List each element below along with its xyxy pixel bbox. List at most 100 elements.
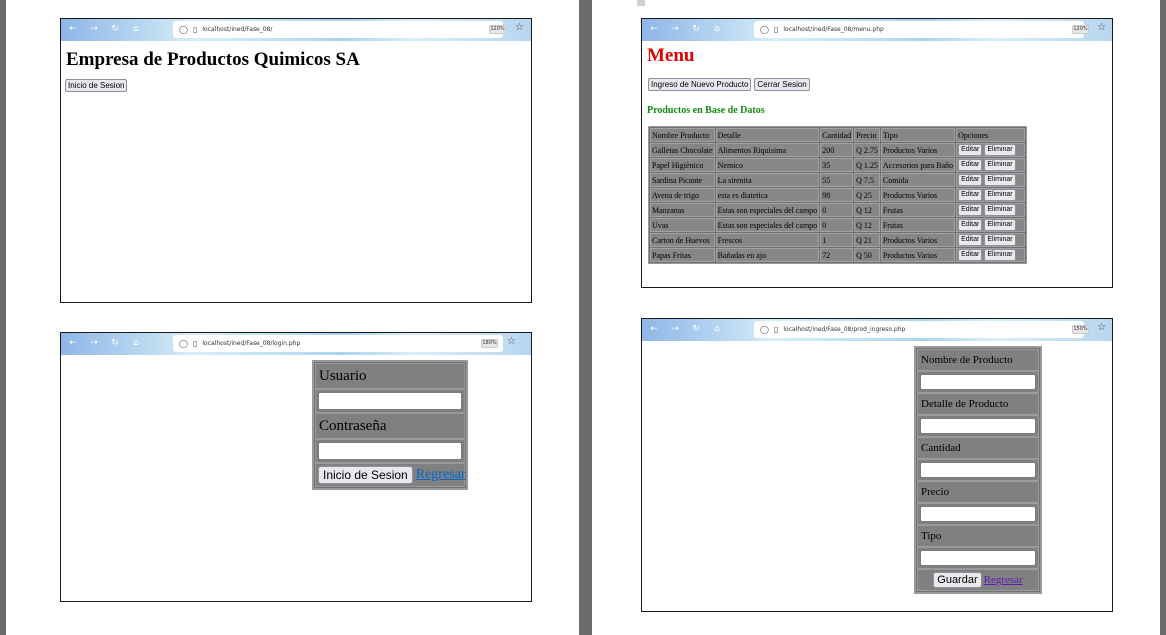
home-icon[interactable]: ⌂ [711, 323, 723, 335]
browser-window-product-form: ← → ↻ ⌂ ◯ ▯ localhost/ined/Fase_08/prod_… [641, 318, 1113, 612]
star-icon[interactable]: ☆ [507, 336, 516, 347]
products-table: Nombre Producto Detalle Cantidad Precio … [648, 126, 1028, 264]
zoom-badge[interactable]: 120% [489, 25, 506, 34]
star-icon[interactable]: ☆ [515, 22, 524, 33]
edit-button[interactable]: Editar [958, 234, 983, 246]
price-input[interactable] [920, 506, 1036, 522]
detail-label-cell: Detalle de Producto [917, 393, 1039, 415]
shield-icon: ◯ [760, 25, 769, 34]
page-icon: ▯ [192, 339, 198, 348]
new-product-button[interactable]: Ingreso de Nuevo Producto [648, 78, 752, 91]
back-arrow-icon[interactable]: ← [67, 23, 79, 35]
back-arrow-icon[interactable]: ← [67, 337, 79, 349]
table-cell: Avena de trigo [650, 188, 715, 202]
login-form: Usuario Contraseña Inicio de Sesion Regr… [312, 360, 468, 490]
save-button[interactable]: Guardar [933, 572, 982, 588]
edit-button[interactable]: Editar [958, 174, 983, 186]
type-input[interactable] [920, 550, 1036, 566]
star-icon[interactable]: ☆ [1097, 22, 1106, 33]
delete-button[interactable]: Eliminar [984, 219, 1016, 231]
address-bar[interactable]: ◯ ▯ localhost/ined/Fase_08/ [173, 21, 503, 38]
login-submit-button[interactable]: Inicio de Sesion [318, 466, 413, 484]
edit-button[interactable]: Editar [958, 144, 983, 156]
row-options: Editar Eliminar [956, 143, 1026, 157]
forward-arrow-icon[interactable]: → [669, 23, 681, 35]
price-label-cell: Precio [917, 481, 1039, 503]
product-detail-input[interactable] [920, 418, 1036, 434]
user-label-cell: Usuario [315, 363, 465, 389]
browser-toolbar: ← → ↻ ⌂ ◯ ▯ localhost/ined/Fase_08/prod_… [642, 319, 1112, 341]
back-link[interactable]: Regresar [984, 574, 1023, 586]
zoom-badge[interactable]: 180% [481, 339, 498, 348]
table-cell: Q 50 [854, 248, 880, 262]
row-options: Editar Eliminar [956, 233, 1026, 247]
table-cell: Carton de Huevos [650, 233, 715, 247]
forward-arrow-icon[interactable]: → [88, 337, 100, 349]
table-cell: Sardina Picante [650, 173, 715, 187]
home-icon[interactable]: ⌂ [130, 23, 142, 35]
row-options: Editar Eliminar [956, 248, 1026, 262]
page-title: Empresa de Productos Quimicos SA [66, 49, 360, 70]
column-header: Opciones [956, 128, 1026, 142]
reload-icon[interactable]: ↻ [690, 23, 702, 35]
price-label: Precio [921, 486, 950, 498]
delete-button[interactable]: Eliminar [984, 189, 1016, 201]
url-text: localhost/ined/Fase_08/ [202, 26, 273, 33]
table-cell: Accesorios para Baño [880, 158, 956, 172]
table-cell: 1 [820, 233, 854, 247]
product-name-input[interactable] [920, 374, 1036, 390]
password-input[interactable] [318, 442, 462, 460]
row-options: Editar Eliminar [956, 203, 1026, 217]
delete-button[interactable]: Eliminar [984, 144, 1016, 156]
table-cell: Bañadas en ajo [715, 248, 820, 262]
zoom-badge[interactable]: 120% [1072, 25, 1089, 34]
reload-icon[interactable]: ↻ [690, 323, 702, 335]
shield-icon: ◯ [179, 25, 188, 34]
edit-button[interactable]: Editar [958, 159, 983, 171]
page-gap [579, 0, 592, 635]
username-input[interactable] [318, 392, 462, 410]
star-icon[interactable]: ☆ [1097, 322, 1106, 333]
row-options: Editar Eliminar [956, 188, 1026, 202]
table-cell: Frescos [715, 233, 820, 247]
nav-buttons: ← → ↻ ⌂ [648, 23, 723, 35]
delete-button[interactable]: Eliminar [984, 249, 1016, 261]
quantity-input[interactable] [920, 462, 1036, 478]
back-link[interactable]: Regresar [416, 467, 466, 483]
table-cell: Estas son especiales del campo [715, 218, 820, 232]
table-row: Papas Fritas Bañadas en ajo 72 Q 50 Producto… [650, 248, 1026, 262]
back-arrow-icon[interactable]: ← [648, 323, 660, 335]
logout-button[interactable]: Cerrar Sesion [754, 78, 810, 91]
table-header-row: Nombre Producto Detalle Cantidad Precio … [650, 128, 1026, 142]
browser-toolbar: ← → ↻ ⌂ ◯ ▯ localhost/ined/Fase_08/ 120%… [61, 19, 531, 41]
address-bar[interactable]: ◯ ▯ localhost/ined/Fase_08/prod_ingreso.… [754, 321, 1084, 338]
edit-button[interactable]: Editar [958, 204, 983, 216]
type-input-cell [917, 547, 1039, 569]
forward-arrow-icon[interactable]: → [669, 323, 681, 335]
edit-button[interactable]: Editar [958, 249, 983, 261]
address-bar[interactable]: ◯ ▯ localhost/ined/Fase_08/login.php [173, 335, 503, 352]
home-icon[interactable]: ⌂ [711, 23, 723, 35]
delete-button[interactable]: Eliminar [984, 234, 1016, 246]
delete-button[interactable]: Eliminar [984, 174, 1016, 186]
forward-arrow-icon[interactable]: → [88, 23, 100, 35]
browser-window-login: ← → ↻ ⌂ ◯ ▯ localhost/ined/Fase_08/login… [60, 332, 532, 602]
type-label-cell: Tipo [917, 525, 1039, 547]
zoom-badge[interactable]: 150% [1072, 325, 1089, 334]
reload-icon[interactable]: ↻ [109, 23, 121, 35]
table-cell: 35 [820, 158, 854, 172]
reload-icon[interactable]: ↻ [109, 337, 121, 349]
delete-button[interactable]: Eliminar [984, 159, 1016, 171]
address-bar[interactable]: ◯ ▯ localhost/ined/Fase_08/menu.php [754, 21, 1084, 38]
nav-buttons: ← → ↻ ⌂ [67, 337, 142, 349]
browser-toolbar: ← → ↻ ⌂ ◯ ▯ localhost/ined/Fase_08/menu.… [642, 19, 1112, 41]
edit-button[interactable]: Editar [958, 189, 983, 201]
edit-button[interactable]: Editar [958, 219, 983, 231]
delete-button[interactable]: Eliminar [984, 204, 1016, 216]
login-button[interactable]: Inicio de Sesion [65, 79, 128, 92]
home-icon[interactable]: ⌂ [130, 337, 142, 349]
scroll-nub[interactable] [637, 0, 645, 6]
back-arrow-icon[interactable]: ← [648, 23, 660, 35]
table-cell: Nemico [715, 158, 820, 172]
table-cell: Q 12 [854, 218, 880, 232]
